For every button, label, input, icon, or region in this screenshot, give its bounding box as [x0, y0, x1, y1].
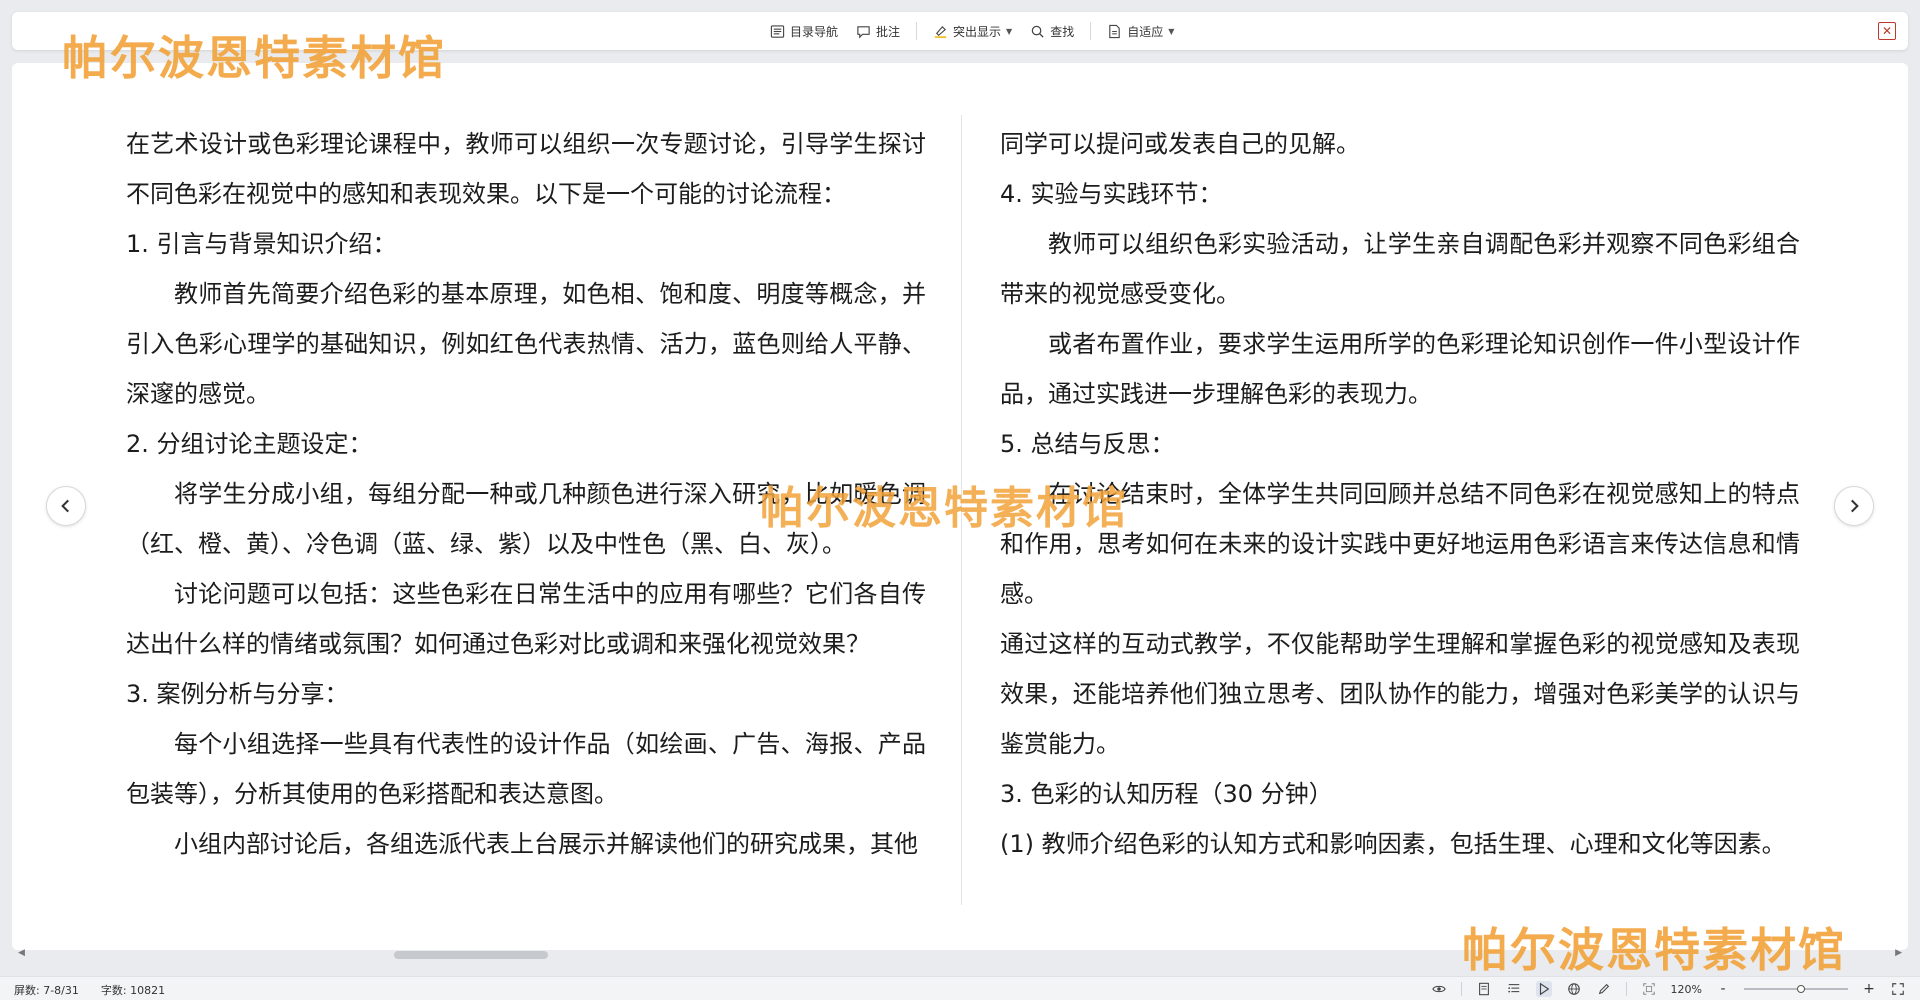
paragraph: 教师首先简要介绍色彩的基本原理，如色相、饱和度、明度等概念，并引入色彩心理学的基… — [126, 280, 926, 408]
pen-icon — [1598, 983, 1609, 995]
highlight-button[interactable]: 突出显示 ▼ — [927, 18, 1018, 44]
page-view-button[interactable] — [1476, 981, 1492, 997]
paragraph: 通过这样的互动式教学，不仅能帮助学生理解和掌握色彩的视觉感知及表现效果，还能培养… — [1000, 630, 1800, 758]
search-icon — [1031, 25, 1044, 38]
highlight-icon — [934, 25, 947, 38]
page-fit-button[interactable]: 自适应 ▼ — [1101, 18, 1180, 44]
paragraph: 讨论问题可以包括：这些色彩在日常生活中的应用有哪些？它们各自传达出什么样的情绪或… — [126, 580, 926, 658]
zoom-slider[interactable] — [1744, 981, 1848, 997]
outline-view-button[interactable] — [1506, 981, 1522, 997]
word-count: 字数: 10821 — [100, 984, 166, 997]
play-icon — [1539, 982, 1549, 996]
paragraph: 每个小组选择一些具有代表性的设计作品（如绘画、广告、海报、产品包装等），分析其使… — [126, 730, 926, 808]
paragraph: 教师可以组织色彩实验活动，让学生亲自调配色彩并观察不同色彩组合带来的视觉感受变化… — [1000, 230, 1800, 308]
paragraph: 5. 总结与反思： — [1000, 430, 1175, 458]
globe-icon — [1567, 983, 1580, 995]
toolbar-divider — [1090, 22, 1092, 40]
web-view-button[interactable] — [1566, 981, 1582, 997]
read-mode-button[interactable] — [1535, 981, 1552, 997]
toc-navigation-button[interactable]: 目录导航 — [764, 18, 844, 44]
toc-navigation-label: 目录导航 — [790, 24, 839, 39]
find-label: 查找 — [1050, 24, 1075, 39]
scroll-right-icon[interactable]: ▶ — [1895, 948, 1902, 958]
chevron-down-icon: ▼ — [1168, 26, 1175, 36]
toolbar-center-group: 目录导航 批注 突出显示 ▼ 查找 自适应 ▼ — [764, 12, 1180, 50]
paragraph: 3. 案例分析与分享： — [126, 680, 349, 708]
zoom-out-button[interactable]: - — [1716, 981, 1730, 997]
scrollbar-thumb[interactable] — [394, 951, 548, 959]
zoom-level: 120% — [1670, 982, 1702, 996]
pen-button[interactable] — [1596, 981, 1612, 997]
comment-button[interactable]: 批注 — [850, 18, 906, 44]
watermark-bottom-right: 帕尔波恩特素材馆 — [1462, 923, 1846, 977]
comment-icon — [857, 25, 870, 38]
status-right-group: 120% - + — [1431, 979, 1906, 999]
close-icon: ✕ — [1881, 24, 1893, 38]
paragraph: 或者布置作业，要求学生运用所学的色彩理论知识创作一件小型设计作品，通过实践进一步… — [1000, 330, 1800, 408]
paragraph: 2. 分组讨论主题设定： — [126, 430, 373, 458]
watermark-top-left: 帕尔波恩特素材馆 — [62, 31, 446, 85]
chevron-down-icon: ▼ — [1006, 26, 1013, 36]
zoom-in-button[interactable]: + — [1862, 981, 1876, 997]
paragraph: (1) 教师介绍色彩的认知方式和影响因素，包括生理、心理和文化等因素。 — [1000, 830, 1786, 858]
paragraph: 1. 引言与背景知识介绍： — [126, 230, 397, 258]
watermark-center: 帕尔波恩特素材馆 — [760, 483, 1128, 534]
page-info: 屏数: 7-8/31 — [14, 984, 79, 997]
page-fit-label: 自适应 — [1127, 24, 1164, 39]
chevron-left-icon — [61, 499, 69, 513]
fullscreen-button[interactable] — [1890, 981, 1906, 997]
paragraph: 同学可以提问或发表自己的见解。 — [1000, 130, 1360, 158]
comment-label: 批注 — [876, 24, 901, 39]
zoom-knob[interactable] — [1796, 985, 1805, 993]
toolbar-divider — [916, 22, 918, 40]
find-button[interactable]: 查找 — [1024, 18, 1080, 44]
eye-icon — [1431, 985, 1446, 993]
close-button[interactable]: ✕ — [1878, 22, 1896, 40]
status-left-group: 屏数: 7-8/31 字数: 10821 — [14, 982, 165, 998]
list-icon — [770, 24, 785, 38]
outline-icon — [1507, 984, 1519, 993]
eye-protection-button[interactable] — [1431, 981, 1447, 997]
paragraph: 4. 实验与实践环节： — [1000, 180, 1223, 208]
fit-window-icon — [1642, 983, 1655, 995]
paragraph: 在艺术设计或色彩理论课程中，教师可以组织一次专题讨论，引导学生探讨不同色彩在视觉… — [126, 130, 926, 208]
highlight-label: 突出显示 — [953, 24, 1002, 39]
paragraph: 3. 色彩的认知历程（30 分钟） — [1000, 780, 1333, 808]
status-divider — [1625, 982, 1627, 996]
page-fit-icon — [1109, 24, 1120, 38]
chevron-right-icon — [1851, 499, 1859, 513]
fullscreen-icon — [1892, 983, 1904, 995]
paragraph: 小组内部讨论后，各组选派代表上台展示并解读他们的研究成果，其他 — [174, 830, 918, 858]
page-view-icon — [1478, 982, 1489, 996]
previous-page-button[interactable] — [46, 486, 86, 526]
next-page-button[interactable] — [1834, 486, 1874, 526]
status-bar: 屏数: 7-8/31 字数: 10821 120% - + — [0, 976, 1920, 1000]
fit-window-button[interactable] — [1641, 981, 1657, 997]
scroll-left-icon[interactable]: ◀ — [18, 948, 25, 958]
status-divider — [1460, 982, 1462, 996]
